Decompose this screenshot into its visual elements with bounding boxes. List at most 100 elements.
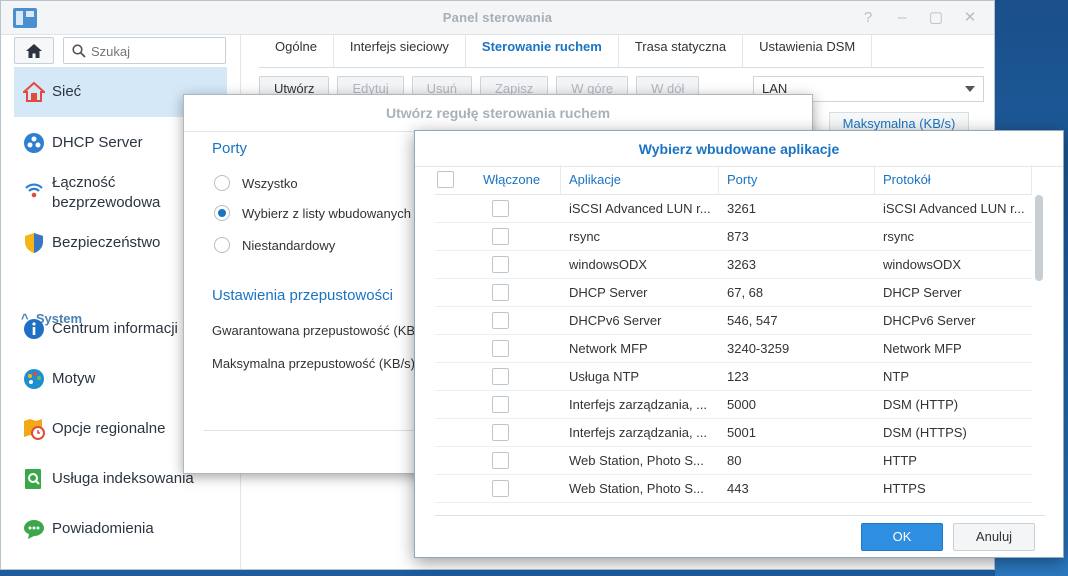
scrollbar-thumb[interactable] bbox=[1035, 195, 1043, 281]
enabled-cell bbox=[435, 475, 561, 502]
tab-bar: Ogólne Interfejs sieciowy Sterowanie ruc… bbox=[259, 35, 984, 68]
radio-label: Niestandardowy bbox=[242, 237, 336, 253]
builtin-apps-dialog: Wybierz wbudowane aplikacje Włączone Apl… bbox=[414, 130, 1064, 558]
radio-button[interactable] bbox=[214, 237, 230, 253]
column-header-applications[interactable]: Aplikacje bbox=[561, 165, 719, 194]
row-enabled-checkbox[interactable] bbox=[492, 312, 509, 329]
row-enabled-checkbox[interactable] bbox=[492, 452, 509, 469]
chat-bubble-icon bbox=[24, 520, 44, 539]
row-enabled-checkbox[interactable] bbox=[492, 228, 509, 245]
app-name-cell: rsync bbox=[569, 229, 601, 244]
radio-all[interactable]: Wszystko bbox=[214, 175, 298, 191]
table-row[interactable]: Interfejs zarządzania, ... 5001 DSM (HTTPS… bbox=[435, 419, 1032, 447]
table-row[interactable]: Web Station, Photo S... 443 HTTPS bbox=[435, 475, 1032, 503]
app-name-cell: Web Station, Photo S... bbox=[569, 453, 704, 468]
protocol-cell: DHCPv6 Server bbox=[883, 313, 976, 328]
column-header-protocol[interactable]: Protokół bbox=[875, 165, 1032, 194]
sidebar-item-label: Łączność bbox=[52, 174, 116, 191]
home-button[interactable] bbox=[14, 37, 54, 64]
search-input-box[interactable] bbox=[63, 37, 226, 64]
row-enabled-checkbox[interactable] bbox=[492, 284, 509, 301]
app-name-cell: DHCP Server bbox=[569, 285, 648, 300]
row-enabled-checkbox[interactable] bbox=[492, 340, 509, 357]
divider bbox=[435, 515, 1045, 516]
max-bandwidth-label: Maksymalna przepustowość (KB/s) bbox=[212, 356, 416, 371]
enabled-cell bbox=[435, 447, 561, 474]
enabled-cell bbox=[435, 363, 561, 390]
sidebar-item-label: DHCP Server bbox=[52, 134, 143, 151]
dialog-title: Wybierz wbudowane aplikacje bbox=[415, 131, 1063, 167]
tab-traffic-control[interactable]: Sterowanie ruchem bbox=[466, 35, 619, 67]
dialog-title: Utwórz regułę sterowania ruchem bbox=[184, 95, 812, 132]
table-row[interactable]: Usługa NTP 123 NTP bbox=[435, 363, 1032, 391]
app-name-cell: Interfejs zarządzania, ... bbox=[569, 425, 708, 440]
table-row[interactable]: DHCPv6 Server 546, 547 DHCPv6 Server bbox=[435, 307, 1032, 335]
sidebar-item-notifications[interactable]: Powiadomienia bbox=[14, 517, 227, 541]
radio-custom[interactable]: Niestandardowy bbox=[214, 237, 335, 253]
enabled-cell bbox=[435, 335, 561, 362]
row-enabled-checkbox[interactable] bbox=[492, 256, 509, 273]
tab-network-interface[interactable]: Interfejs sieciowy bbox=[334, 35, 466, 67]
enabled-cell bbox=[435, 419, 561, 446]
protocol-cell: HTTP bbox=[883, 453, 917, 468]
enabled-cell bbox=[435, 195, 561, 222]
enabled-cell bbox=[435, 307, 561, 334]
select-all-checkbox[interactable] bbox=[437, 171, 454, 188]
column-header-ports[interactable]: Porty bbox=[719, 165, 875, 194]
table-row[interactable]: Web Station, Photo S... 80 HTTP bbox=[435, 447, 1032, 475]
clock-map-icon bbox=[24, 419, 45, 440]
maximize-icon[interactable]: ▢ bbox=[926, 8, 946, 28]
radio-label: Wszystko bbox=[242, 175, 298, 191]
ports-cell: 67, 68 bbox=[727, 285, 764, 300]
row-enabled-checkbox[interactable] bbox=[492, 424, 509, 441]
help-icon[interactable]: ? bbox=[858, 8, 878, 28]
tab-general[interactable]: Ogólne bbox=[259, 35, 334, 67]
table-row[interactable]: DHCP Server 67, 68 DHCP Server bbox=[435, 279, 1032, 307]
minimize-icon[interactable]: – bbox=[892, 8, 912, 28]
protocol-cell: Network MFP bbox=[883, 341, 962, 356]
row-enabled-checkbox[interactable] bbox=[492, 200, 509, 217]
protocol-cell: rsync bbox=[883, 229, 915, 244]
protocol-cell: DSM (HTTP) bbox=[883, 397, 959, 412]
protocol-cell: DSM (HTTPS) bbox=[883, 425, 967, 440]
sidebar-item-label: Powiadomienia bbox=[52, 520, 154, 537]
ports-cell: 5001 bbox=[727, 425, 756, 440]
sidebar-item-label: Usługa indeksowania bbox=[52, 470, 194, 487]
table-row[interactable]: iSCSI Advanced LUN r... 3261 iSCSI Advance… bbox=[435, 195, 1032, 223]
search-icon bbox=[72, 44, 86, 58]
row-enabled-checkbox[interactable] bbox=[492, 480, 509, 497]
radio-button[interactable] bbox=[214, 175, 230, 191]
bandwidth-section-title: Ustawienia przepustowości bbox=[212, 287, 393, 304]
ok-button[interactable]: OK bbox=[861, 523, 943, 551]
table-row[interactable]: windowsODX 3263 windowsODX bbox=[435, 251, 1032, 279]
window-title: Panel sterowania bbox=[442, 10, 553, 25]
enabled-cell bbox=[435, 279, 561, 306]
row-enabled-checkbox[interactable] bbox=[492, 396, 509, 413]
protocol-cell: NTP bbox=[883, 369, 909, 384]
sidebar-item-label: Motyw bbox=[52, 370, 96, 387]
shield-icon bbox=[25, 233, 43, 253]
enabled-cell bbox=[435, 251, 561, 278]
radio-button-selected[interactable] bbox=[214, 205, 230, 221]
app-name-cell: Usługa NTP bbox=[569, 369, 640, 384]
info-icon bbox=[24, 319, 44, 339]
enabled-cell bbox=[435, 223, 561, 250]
table-row[interactable]: Interfejs zarządzania, ... 5000 DSM (HTTP) bbox=[435, 391, 1032, 419]
apps-grid: Włączone Aplikacje Porty Protokół iSCSI … bbox=[435, 165, 1032, 503]
title-bar[interactable]: Panel sterowania ? – ▢ ✕ bbox=[1, 1, 994, 35]
app-name-cell: windowsODX bbox=[569, 257, 648, 272]
index-search-icon bbox=[25, 469, 41, 489]
protocol-cell: iSCSI Advanced LUN r... bbox=[883, 201, 1025, 216]
table-row[interactable]: Network MFP 3240-3259 Network MFP bbox=[435, 335, 1032, 363]
close-icon[interactable]: ✕ bbox=[960, 8, 980, 28]
ports-cell: 443 bbox=[727, 481, 749, 496]
row-enabled-checkbox[interactable] bbox=[492, 368, 509, 385]
search-input[interactable] bbox=[91, 42, 221, 60]
cancel-button[interactable]: Anuluj bbox=[953, 523, 1035, 551]
tab-dsm-settings[interactable]: Ustawienia DSM bbox=[743, 35, 873, 67]
protocol-cell: windowsODX bbox=[883, 257, 962, 272]
ports-cell: 3240-3259 bbox=[727, 341, 790, 356]
table-row[interactable]: rsync 873 rsync bbox=[435, 223, 1032, 251]
tab-static-route[interactable]: Trasa statyczna bbox=[619, 35, 744, 67]
radio-builtin-list[interactable]: Wybierz z listy wbudowanych bbox=[214, 205, 411, 221]
